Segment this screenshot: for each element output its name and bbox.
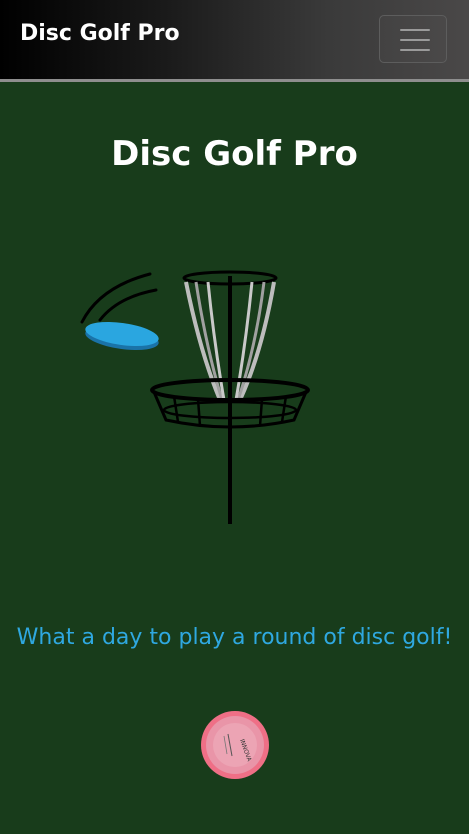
disc-golf-basket-illustration (80, 270, 310, 524)
hamburger-icon (400, 29, 430, 31)
pink-disc-icon[interactable]: INNOVA (200, 710, 270, 780)
main-content: Disc Golf Pro What a day to play a round… (0, 82, 469, 834)
hamburger-icon-bar-bottom (400, 49, 430, 51)
navbar-brand[interactable]: Disc Golf Pro (20, 21, 180, 46)
tagline: What a day to play a round of disc golf! (16, 625, 453, 650)
menu-toggle-button[interactable] (379, 15, 447, 63)
page-title: Disc Golf Pro (111, 134, 358, 174)
navbar: Disc Golf Pro (0, 0, 469, 82)
hamburger-icon-bar-middle (400, 39, 430, 41)
